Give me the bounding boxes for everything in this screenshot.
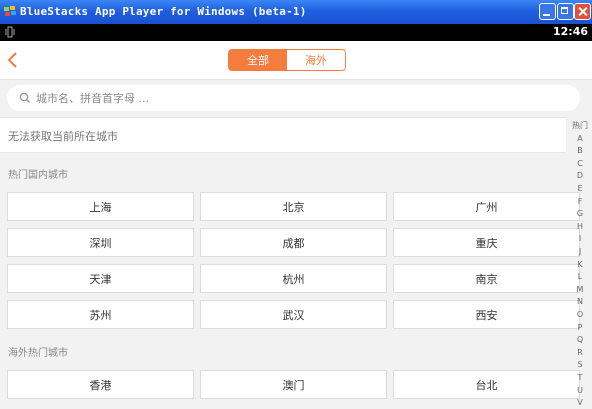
index-letter[interactable]: I (568, 233, 592, 245)
city-button[interactable]: 成都 (200, 228, 387, 257)
window-title: BlueStacks App Player for Windows (beta-… (20, 5, 307, 18)
city-button[interactable]: 天津 (7, 264, 194, 293)
city-button[interactable]: 北京 (200, 192, 387, 221)
city-button[interactable]: 香港 (7, 370, 194, 399)
tab-overseas[interactable]: 海外 (287, 50, 345, 70)
search-icon (19, 92, 30, 103)
index-letter[interactable]: V (568, 397, 592, 409)
index-letter[interactable]: K (568, 259, 592, 271)
city-button[interactable]: 广州 (393, 192, 580, 221)
city-button[interactable]: 台北 (393, 370, 580, 399)
bluestacks-logo-icon (4, 6, 16, 16)
index-letter[interactable]: F (568, 196, 592, 208)
index-letter[interactable]: Q (568, 334, 592, 346)
current-location-row[interactable]: 无法获取当前所在城市 (0, 117, 566, 153)
index-letter[interactable]: O (568, 309, 592, 321)
city-button[interactable]: 西安 (393, 300, 580, 329)
index-letter[interactable]: U (568, 385, 592, 397)
alphabet-index-bar[interactable]: 热门 A B C D E F G H I J K L M N O P Q R S T U V (568, 120, 592, 409)
index-letter[interactable]: D (568, 170, 592, 182)
app-header: 全部 海外 (0, 41, 592, 80)
window-titlebar: BlueStacks App Player for Windows (beta-… (0, 0, 592, 24)
index-letter[interactable]: B (568, 145, 592, 157)
tab-all[interactable]: 全部 (229, 50, 287, 70)
index-letter[interactable]: C (568, 158, 592, 170)
city-button[interactable]: 南京 (393, 264, 580, 293)
index-letter[interactable]: L (568, 271, 592, 283)
city-button[interactable]: 杭州 (200, 264, 387, 293)
index-letter[interactable]: P (568, 322, 592, 334)
close-button[interactable] (574, 3, 591, 20)
city-button[interactable]: 苏州 (7, 300, 194, 329)
city-button[interactable]: 澳门 (200, 370, 387, 399)
index-letter[interactable]: J (568, 246, 592, 258)
index-letter[interactable]: A (568, 133, 592, 145)
index-letter[interactable]: S (568, 359, 592, 371)
index-letter[interactable]: T (568, 372, 592, 384)
index-letter[interactable]: M (568, 284, 592, 296)
search-input[interactable] (36, 89, 556, 107)
city-button[interactable]: 深圳 (7, 228, 194, 257)
index-letter[interactable]: R (568, 347, 592, 359)
city-button[interactable]: 上海 (7, 192, 194, 221)
status-bar: 12:46 (0, 24, 592, 41)
index-letter[interactable]: 热门 (568, 120, 592, 132)
index-letter[interactable]: E (568, 183, 592, 195)
vibrate-icon (5, 26, 15, 38)
hot-overseas-label: 海外热门城市 (8, 348, 68, 359)
index-letter[interactable]: H (568, 221, 592, 233)
hot-domestic-label: 热门国内城市 (8, 170, 68, 181)
index-letter[interactable]: G (568, 208, 592, 220)
index-letter[interactable]: N (568, 296, 592, 308)
minimize-button[interactable] (539, 3, 556, 20)
back-arrow-icon[interactable] (3, 49, 23, 71)
location-status: 无法获取当前所在城市 (8, 130, 118, 143)
status-time: 12:46 (552, 25, 588, 38)
city-button[interactable]: 重庆 (393, 228, 580, 257)
maximize-button[interactable] (557, 3, 574, 20)
region-segmented-control: 全部 海外 (228, 49, 346, 71)
search-bar (7, 85, 580, 111)
city-button[interactable]: 武汉 (200, 300, 387, 329)
